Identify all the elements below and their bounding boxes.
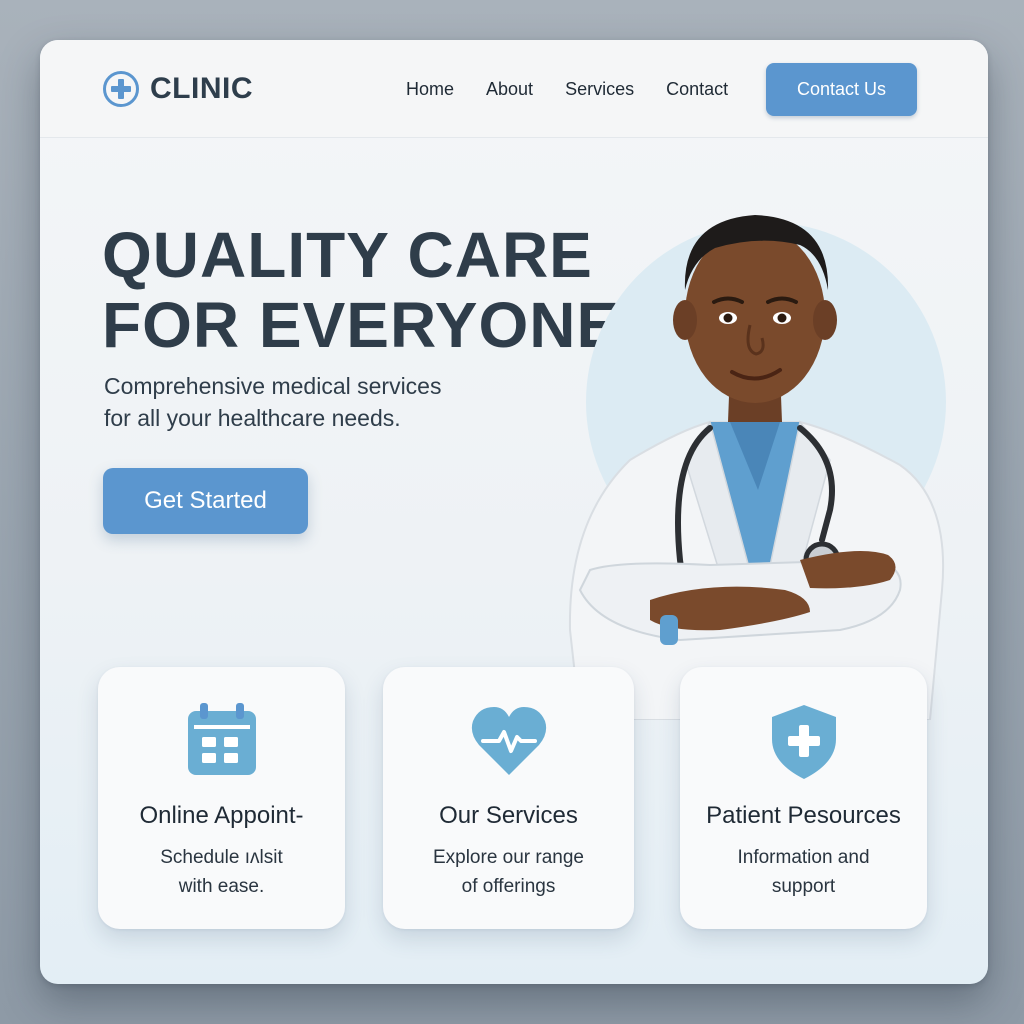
calendar-icon xyxy=(187,703,256,775)
hero-subtitle-line-1: Comprehensive medical services xyxy=(104,373,442,399)
heart-pulse-icon xyxy=(471,707,546,775)
nav-contact-link[interactable]: Contact xyxy=(666,78,728,100)
nav-services-link[interactable]: Services xyxy=(565,78,634,100)
card-title: Online Appoint- xyxy=(139,802,304,829)
medical-cross-icon xyxy=(103,71,139,107)
nav-about-link[interactable]: About xyxy=(486,78,533,100)
card-description-line-1: Schedule ıʌlsit xyxy=(160,847,283,868)
hero-subtitle: Comprehensive medical services for all y… xyxy=(104,370,504,434)
site-header: CLINIC Home About Services Contact Conta… xyxy=(40,40,988,138)
get-started-button[interactable]: Get Started xyxy=(103,468,308,534)
shield-plus-icon xyxy=(771,705,836,779)
doctor-illustration xyxy=(568,215,945,720)
online-appointment-card[interactable]: Online Appoint- Schedule ıʌlsit with eas… xyxy=(98,667,345,929)
card-description: Schedule ıʌlsit with ease. xyxy=(98,843,345,901)
card-description-line-1: Explore our range xyxy=(432,847,585,868)
card-description-line-2: with ease. xyxy=(178,876,265,897)
card-title: Patient Pesources xyxy=(706,802,901,829)
hero-subtitle-line-2: for all your healthcare needs. xyxy=(104,405,401,431)
card-title: Our Services xyxy=(439,802,578,829)
main-nav: Home About Services Contact xyxy=(406,78,728,100)
card-description-line-1: Information and xyxy=(737,847,870,868)
card-description-line-2: of offerings xyxy=(461,876,556,897)
browser-window: CLINIC Home About Services Contact Conta… xyxy=(40,40,988,984)
brand-name: CLINIC xyxy=(150,72,253,105)
card-description: Explore our range of offerings xyxy=(383,843,634,901)
contact-us-button[interactable]: Contact Us xyxy=(766,63,917,116)
brand-logo[interactable]: CLINIC xyxy=(102,70,253,108)
our-services-card[interactable]: Our Services Explore our range of offeri… xyxy=(383,667,634,929)
nav-home-link[interactable]: Home xyxy=(406,78,454,100)
card-description-line-2: support xyxy=(771,876,836,897)
card-description: Information and support xyxy=(680,843,927,901)
patient-resources-card[interactable]: Patient Pesources Information and suppor… xyxy=(680,667,927,929)
